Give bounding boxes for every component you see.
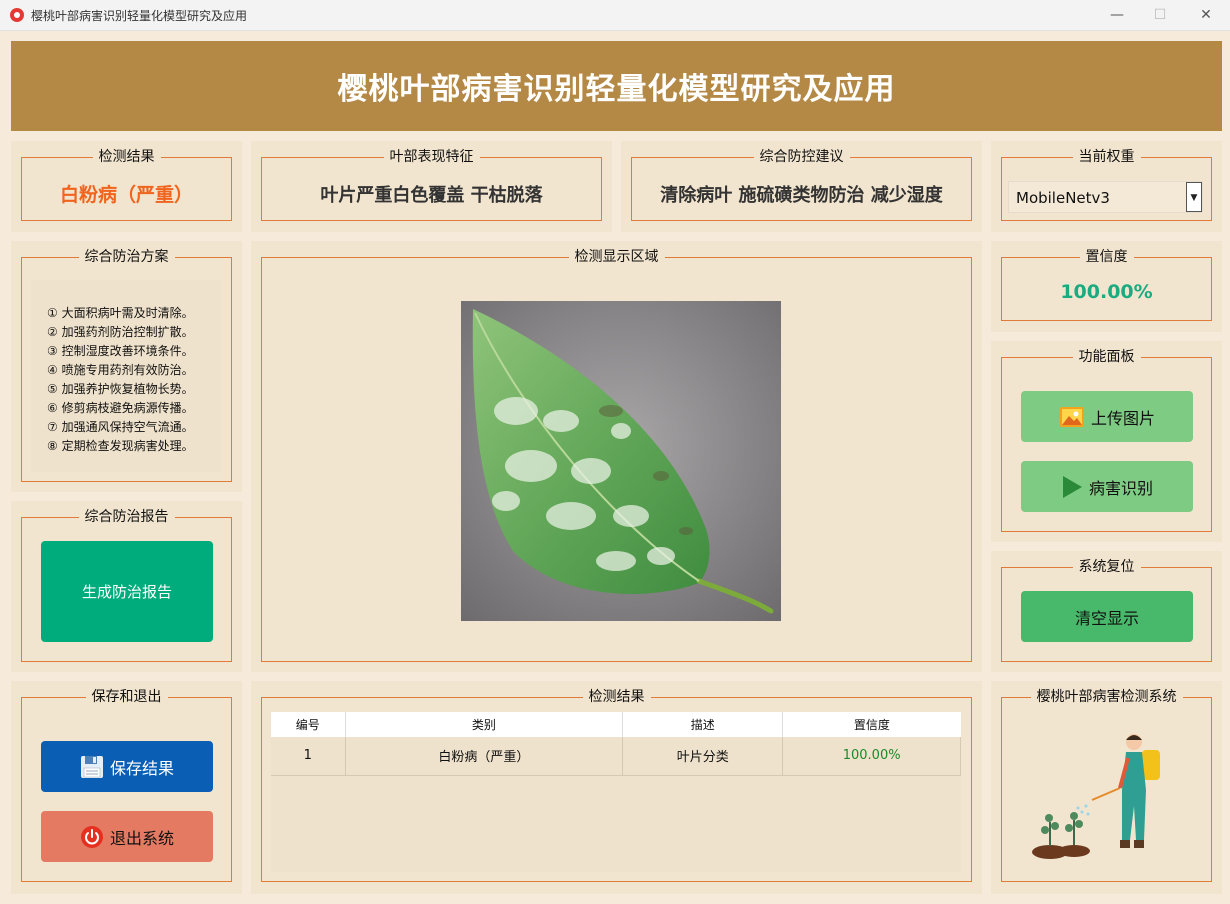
brand-group: 樱桃叶部病害检测系统 xyxy=(1001,689,1212,882)
functions-group: 功能面板 上传图片 病害识别 xyxy=(1001,349,1212,532)
table-header: 编号 类别 描述 置信度 xyxy=(271,712,961,737)
identify-disease-label: 病害识别 xyxy=(1088,478,1153,498)
maximize-button[interactable]: ☐ xyxy=(1140,4,1180,26)
upload-image-button[interactable]: 上传图片 xyxy=(1021,391,1193,442)
confidence-value: 100.00% xyxy=(1060,281,1153,303)
results-table[interactable]: 编号 类别 描述 置信度 1 白粉病（严重） 叶片分类 100.00% xyxy=(271,712,961,872)
functions-card: 功能面板 上传图片 病害识别 xyxy=(991,341,1222,542)
column-header[interactable]: 类别 xyxy=(345,712,624,737)
results-label: 检测结果 xyxy=(582,689,651,705)
confidence-group: 置信度 100.00% xyxy=(1001,249,1212,321)
clear-display-label: 清空显示 xyxy=(1074,608,1139,628)
header-banner: 樱桃叶部病害识别轻量化模型研究及应用 xyxy=(11,41,1222,131)
table-cell: 白粉病（严重） xyxy=(345,737,624,776)
display-group: 检测显示区域 xyxy=(261,249,972,662)
plan-item: ⑥ 修剪病枝避免病源传播。 xyxy=(47,401,194,415)
plan-label: 综合防治方案 xyxy=(78,249,175,265)
reset-group: 系统复位 清空显示 xyxy=(1001,559,1212,662)
title-bar: 樱桃叶部病害识别轻量化模型研究及应用 — ☐ ✕ xyxy=(0,0,1230,31)
report-card: 综合防治报告 生成防治报告 xyxy=(11,501,242,672)
detection-group: 检测结果 白粉病（严重） xyxy=(21,149,232,221)
plan-item: ⑤ 加强养护恢复植物长势。 xyxy=(47,382,194,396)
floppy-disk-icon xyxy=(80,755,104,779)
reset-card: 系统复位 清空显示 xyxy=(991,551,1222,672)
window-title: 樱桃叶部病害识别轻量化模型研究及应用 xyxy=(31,9,248,23)
table-cell-confidence: 100.00% xyxy=(782,737,961,776)
leaf-image xyxy=(461,301,781,621)
report-group: 综合防治报告 生成防治报告 xyxy=(21,509,232,662)
weights-selected: MobileNetv3 xyxy=(1016,189,1110,207)
plan-list: ① 大面积病叶需及时清除。 ② 加强药剂防治控制扩散。 ③ 控制湿度改善环境条件… xyxy=(31,280,221,472)
display-label: 检测显示区域 xyxy=(568,249,665,265)
save-exit-group: 保存和退出 保存结果 退出系统 xyxy=(21,689,232,882)
detection-value: 白粉病（严重） xyxy=(59,184,193,206)
generate-report-button[interactable]: 生成防治报告 xyxy=(41,541,213,642)
column-header[interactable]: 描述 xyxy=(622,712,784,737)
upload-image-label: 上传图片 xyxy=(1090,408,1155,428)
brand-label: 樱桃叶部病害检测系统 xyxy=(1030,689,1183,705)
image-icon xyxy=(1059,406,1085,428)
table-row[interactable]: 1 白粉病（严重） 叶片分类 100.00% xyxy=(271,737,961,776)
confidence-label: 置信度 xyxy=(1079,249,1134,265)
exit-system-label: 退出系统 xyxy=(109,828,174,848)
plan-item: ⑦ 加强通风保持空气流通。 xyxy=(47,420,194,434)
save-exit-label: 保存和退出 xyxy=(85,689,168,705)
exit-system-button[interactable]: 退出系统 xyxy=(41,811,213,862)
weights-card: 当前权重 MobileNetv3 ▼ xyxy=(991,141,1222,232)
weights-label: 当前权重 xyxy=(1072,149,1141,165)
plan-item: ① 大面积病叶需及时清除。 xyxy=(47,306,194,320)
advice-card: 综合防控建议 清除病叶 施硫磺类物防治 减少湿度 xyxy=(621,141,982,232)
brand-card: 樱桃叶部病害检测系统 xyxy=(991,681,1222,894)
display-card: 检测显示区域 xyxy=(251,241,982,672)
results-card: 检测结果 编号 类别 描述 置信度 1 白粉病（严重） 叶片分类 100.00% xyxy=(251,681,982,894)
app-icon xyxy=(10,8,24,22)
column-header[interactable]: 编号 xyxy=(271,712,346,737)
plan-item: ④ 喷施专用药剂有效防治。 xyxy=(47,363,194,377)
plan-item: ⑧ 定期检查发现病害处理。 xyxy=(47,439,194,453)
features-group: 叶部表现特征 叶片严重白色覆盖 干枯脱落 xyxy=(261,149,602,221)
report-label: 综合防治报告 xyxy=(78,509,175,525)
reset-label: 系统复位 xyxy=(1072,559,1141,575)
plan-card: 综合防治方案 ① 大面积病叶需及时清除。 ② 加强药剂防治控制扩散。 ③ 控制湿… xyxy=(11,241,242,492)
plan-item: ③ 控制湿度改善环境条件。 xyxy=(47,344,194,358)
weights-group: 当前权重 MobileNetv3 ▼ xyxy=(1001,149,1212,221)
banner-title: 樱桃叶部病害识别轻量化模型研究及应用 xyxy=(337,72,896,107)
advice-value: 清除病叶 施硫磺类物防治 减少湿度 xyxy=(660,185,943,206)
generate-report-label: 生成防治报告 xyxy=(81,583,172,601)
features-card: 叶部表现特征 叶片严重白色覆盖 干枯脱落 xyxy=(251,141,612,232)
results-group: 检测结果 编号 类别 描述 置信度 1 白粉病（严重） 叶片分类 100.00% xyxy=(261,689,972,882)
gardener-illustration xyxy=(1030,730,1180,860)
advice-group: 综合防控建议 清除病叶 施硫磺类物防治 减少湿度 xyxy=(631,149,972,221)
plan-item: ② 加强药剂防治控制扩散。 xyxy=(47,325,194,339)
save-exit-card: 保存和退出 保存结果 退出系统 xyxy=(11,681,242,894)
table-cell: 1 xyxy=(271,737,346,776)
save-results-label: 保存结果 xyxy=(109,758,174,778)
detection-card: 检测结果 白粉病（严重） xyxy=(11,141,242,232)
functions-label: 功能面板 xyxy=(1072,349,1141,365)
save-results-button[interactable]: 保存结果 xyxy=(41,741,213,792)
column-header[interactable]: 置信度 xyxy=(782,712,961,737)
plan-group: 综合防治方案 ① 大面积病叶需及时清除。 ② 加强药剂防治控制扩散。 ③ 控制湿… xyxy=(21,249,232,482)
close-button[interactable]: ✕ xyxy=(1186,4,1226,26)
confidence-card: 置信度 100.00% xyxy=(991,241,1222,332)
chevron-down-icon[interactable]: ▼ xyxy=(1186,182,1202,212)
play-icon xyxy=(1061,475,1083,499)
identify-disease-button[interactable]: 病害识别 xyxy=(1021,461,1193,512)
clear-display-button[interactable]: 清空显示 xyxy=(1021,591,1193,642)
table-cell: 叶片分类 xyxy=(622,737,784,776)
features-value: 叶片严重白色覆盖 干枯脱落 xyxy=(320,185,543,206)
features-label: 叶部表现特征 xyxy=(383,149,480,165)
detection-label: 检测结果 xyxy=(92,149,161,165)
advice-label: 综合防控建议 xyxy=(753,149,850,165)
weights-select[interactable]: MobileNetv3 ▼ xyxy=(1008,181,1203,213)
minimize-button[interactable]: — xyxy=(1097,4,1137,26)
power-icon xyxy=(80,825,104,849)
